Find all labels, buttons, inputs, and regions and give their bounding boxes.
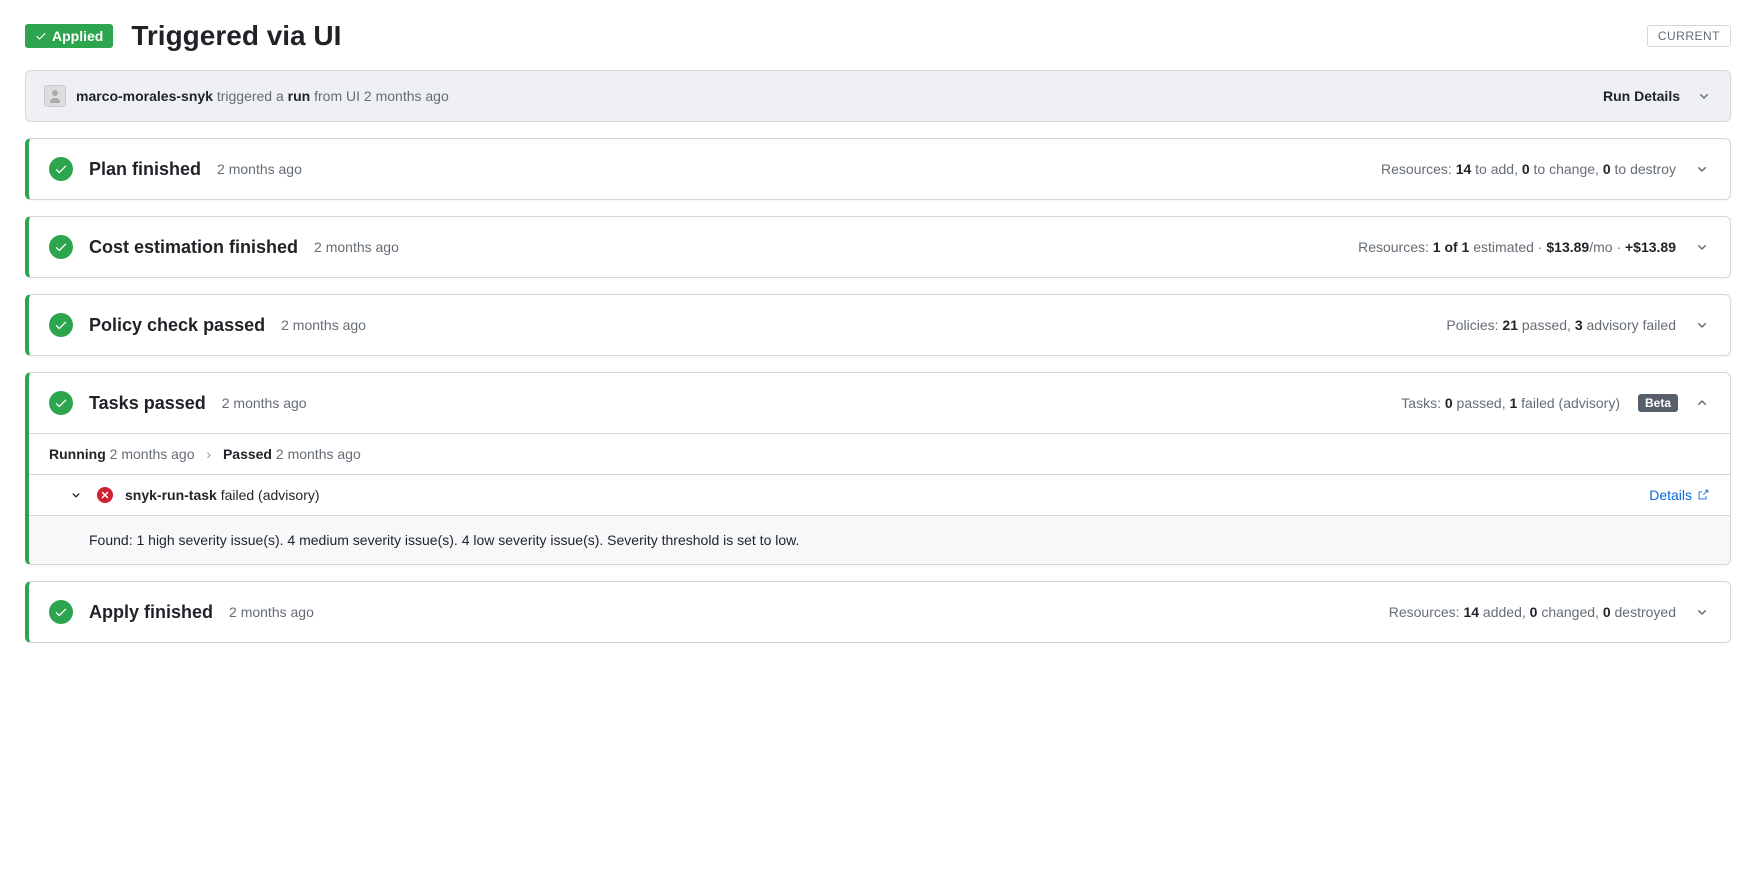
run-details-label: Run Details [1603, 88, 1680, 104]
x-icon [100, 490, 110, 500]
current-badge: CURRENT [1647, 25, 1731, 47]
check-icon [54, 318, 68, 332]
stage-toggle[interactable] [1694, 161, 1710, 177]
fail-icon [97, 487, 113, 503]
tasks-breadcrumb: Running 2 months ago › Passed 2 months a… [29, 434, 1730, 474]
tasks-summary: Tasks: 0 passed, 1 failed (advisory) [1401, 395, 1620, 411]
apply-summary: Resources: 14 added, 0 changed, 0 destro… [1389, 604, 1676, 620]
applied-badge: Applied [25, 24, 113, 48]
chevron-down-icon [1694, 239, 1710, 255]
stage-policy: Policy check passed 2 months ago Policie… [25, 294, 1731, 356]
beta-badge: Beta [1638, 394, 1678, 412]
external-link-icon [1696, 488, 1710, 502]
check-icon [54, 240, 68, 254]
stage-title: Policy check passed [89, 315, 265, 336]
user-icon [47, 88, 63, 104]
task-details-link[interactable]: Details [1649, 487, 1710, 503]
stage-title: Cost estimation finished [89, 237, 298, 258]
stage-time: 2 months ago [314, 239, 399, 255]
stage-tasks-header[interactable]: Tasks passed 2 months ago Tasks: 0 passe… [29, 373, 1730, 433]
stage-toggle[interactable] [1694, 317, 1710, 333]
policy-summary: Policies: 21 passed, 3 advisory failed [1446, 317, 1676, 333]
cost-summary: Resources: 1 of 1 estimated · $13.89/mo … [1358, 239, 1676, 255]
chevron-up-icon [1694, 395, 1710, 411]
check-icon [54, 605, 68, 619]
avatar [44, 85, 66, 107]
stage-time: 2 months ago [217, 161, 302, 177]
success-icon [49, 235, 73, 259]
stage-cost: Cost estimation finished 2 months ago Re… [25, 216, 1731, 278]
check-icon [54, 396, 68, 410]
stage-time: 2 months ago [281, 317, 366, 333]
stage-time: 2 months ago [222, 395, 307, 411]
run-details-toggle[interactable] [1696, 88, 1712, 104]
success-icon [49, 600, 73, 624]
check-icon [35, 30, 47, 42]
success-icon [49, 391, 73, 415]
check-icon [54, 162, 68, 176]
trigger-text: marco-morales-snyk triggered a run from … [76, 88, 1603, 104]
success-icon [49, 157, 73, 181]
chevron-down-icon [1694, 604, 1710, 620]
task-message: Found: 1 high severity issue(s). 4 mediu… [29, 515, 1730, 564]
chevron-down-icon [1696, 88, 1712, 104]
stage-apply-header[interactable]: Apply finished 2 months ago Resources: 1… [29, 582, 1730, 642]
stage-toggle[interactable] [1694, 395, 1710, 411]
applied-badge-label: Applied [52, 28, 103, 44]
chevron-down-icon [1694, 317, 1710, 333]
trigger-card[interactable]: marco-morales-snyk triggered a run from … [25, 70, 1731, 122]
stage-title: Plan finished [89, 159, 201, 180]
stage-title: Apply finished [89, 602, 213, 623]
page-title: Triggered via UI [131, 20, 1646, 52]
stage-toggle[interactable] [1694, 604, 1710, 620]
task-row[interactable]: snyk-run-task failed (advisory) Details [29, 474, 1730, 515]
stage-cost-header[interactable]: Cost estimation finished 2 months ago Re… [29, 217, 1730, 277]
stage-plan: Plan finished 2 months ago Resources: 14… [25, 138, 1731, 200]
stage-plan-header[interactable]: Plan finished 2 months ago Resources: 14… [29, 139, 1730, 199]
plan-summary: Resources: 14 to add, 0 to change, 0 to … [1381, 161, 1676, 177]
trigger-user: marco-morales-snyk [76, 88, 213, 104]
chevron-down-icon [1694, 161, 1710, 177]
success-icon [49, 313, 73, 337]
stage-toggle[interactable] [1694, 239, 1710, 255]
chevron-down-icon [69, 488, 83, 502]
stage-time: 2 months ago [229, 604, 314, 620]
stage-tasks: Tasks passed 2 months ago Tasks: 0 passe… [25, 372, 1731, 565]
stage-title: Tasks passed [89, 393, 206, 414]
stage-policy-header[interactable]: Policy check passed 2 months ago Policie… [29, 295, 1730, 355]
task-name: snyk-run-task failed (advisory) [125, 487, 320, 503]
stage-apply: Apply finished 2 months ago Resources: 1… [25, 581, 1731, 643]
